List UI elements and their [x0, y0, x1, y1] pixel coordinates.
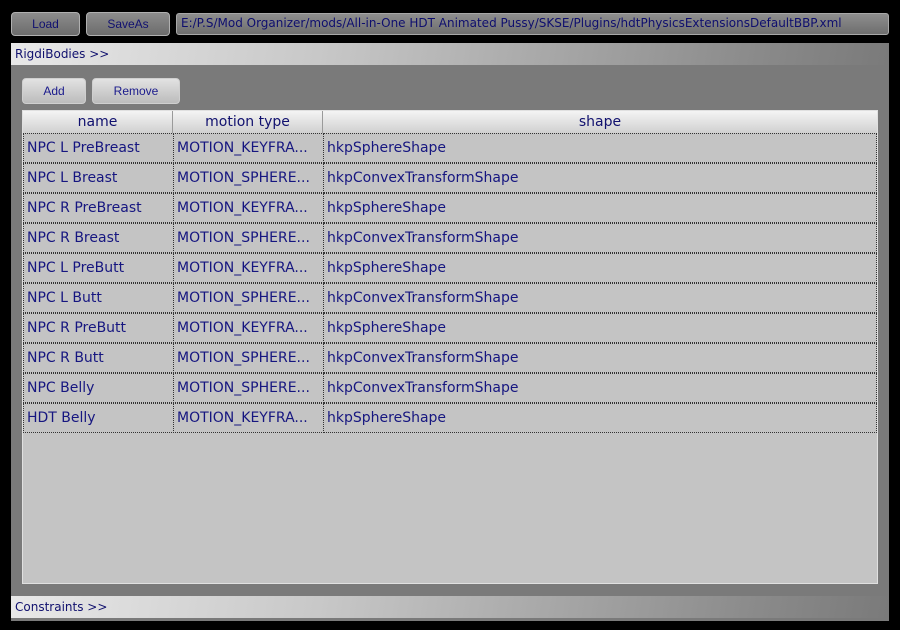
table-row[interactable]: NPC R Breast MOTION_SPHERE... hkpConvexT… — [23, 223, 877, 253]
cell-motion-type: MOTION_KEYFRA... — [173, 193, 324, 223]
cell-motion-type: MOTION_KEYFRA... — [173, 253, 324, 283]
cell-shape: hkpConvexTransformShape — [323, 343, 877, 373]
cell-shape: hkpConvexTransformShape — [323, 223, 877, 253]
table-row[interactable]: NPC L Butt MOTION_SPHERE... hkpConvexTra… — [23, 283, 877, 313]
column-header-shape[interactable]: shape — [323, 111, 877, 133]
table-row[interactable]: HDT Belly MOTION_KEYFRA... hkpSphereShap… — [23, 403, 877, 433]
cell-name: NPC L Butt — [23, 283, 174, 313]
constraints-header[interactable]: Constraints >> — [11, 596, 889, 618]
rigid-bodies-header[interactable]: RigdiBodies >> — [11, 43, 889, 65]
cell-name: NPC L PreBreast — [23, 133, 174, 163]
file-path-field[interactable]: E:/P.S/Mod Organizer/mods/All-in-One HDT… — [176, 13, 889, 35]
cell-shape: hkpConvexTransformShape — [323, 283, 877, 313]
cell-motion-type: MOTION_SPHERE... — [173, 163, 324, 193]
table-row[interactable]: NPC L Breast MOTION_SPHERE... hkpConvexT… — [23, 163, 877, 193]
table-row[interactable]: NPC R Butt MOTION_SPHERE... hkpConvexTra… — [23, 343, 877, 373]
cell-motion-type: MOTION_KEYFRA... — [173, 403, 324, 433]
cell-shape: hkpSphereShape — [323, 253, 877, 283]
load-button[interactable]: Load — [11, 12, 80, 36]
cell-shape: hkpConvexTransformShape — [323, 163, 877, 193]
cell-motion-type: MOTION_KEYFRA... — [173, 313, 324, 343]
cell-motion-type: MOTION_SPHERE... — [173, 283, 324, 313]
column-header-motion-type[interactable]: motion type — [173, 111, 323, 133]
rigid-bodies-table: name motion type shape NPC L PreBreast M… — [22, 110, 878, 584]
table-row[interactable]: NPC L PreBreast MOTION_KEYFRA... hkpSphe… — [23, 133, 877, 163]
remove-button[interactable]: Remove — [92, 78, 180, 104]
cell-motion-type: MOTION_KEYFRA... — [173, 133, 324, 163]
main-panel: RigdiBodies >> Add Remove name motion ty… — [11, 43, 889, 621]
cell-name: NPC R PreButt — [23, 313, 174, 343]
cell-name: HDT Belly — [23, 403, 174, 433]
cell-shape: hkpSphereShape — [323, 313, 877, 343]
cell-name: NPC L PreButt — [23, 253, 174, 283]
cell-motion-type: MOTION_SPHERE... — [173, 373, 324, 403]
cell-shape: hkpConvexTransformShape — [323, 373, 877, 403]
cell-name: NPC R PreBreast — [23, 193, 174, 223]
cell-shape: hkpSphereShape — [323, 133, 877, 163]
cell-motion-type: MOTION_SPHERE... — [173, 343, 324, 373]
cell-name: NPC Belly — [23, 373, 174, 403]
cell-name: NPC R Breast — [23, 223, 174, 253]
table-row[interactable]: NPC R PreBreast MOTION_KEYFRA... hkpSphe… — [23, 193, 877, 223]
add-button[interactable]: Add — [22, 78, 86, 104]
table-row[interactable]: NPC R PreButt MOTION_KEYFRA... hkpSphere… — [23, 313, 877, 343]
cell-shape: hkpSphereShape — [323, 193, 877, 223]
table-row[interactable]: NPC Belly MOTION_SPHERE... hkpConvexTran… — [23, 373, 877, 403]
saveas-button[interactable]: SaveAs — [86, 12, 170, 36]
column-header-name[interactable]: name — [23, 111, 173, 133]
cell-shape: hkpSphereShape — [323, 403, 877, 433]
table-body: NPC L PreBreast MOTION_KEYFRA... hkpSphe… — [23, 133, 877, 433]
table-row[interactable]: NPC L PreButt MOTION_KEYFRA... hkpSphere… — [23, 253, 877, 283]
cell-name: NPC R Butt — [23, 343, 174, 373]
cell-motion-type: MOTION_SPHERE... — [173, 223, 324, 253]
cell-name: NPC L Breast — [23, 163, 174, 193]
